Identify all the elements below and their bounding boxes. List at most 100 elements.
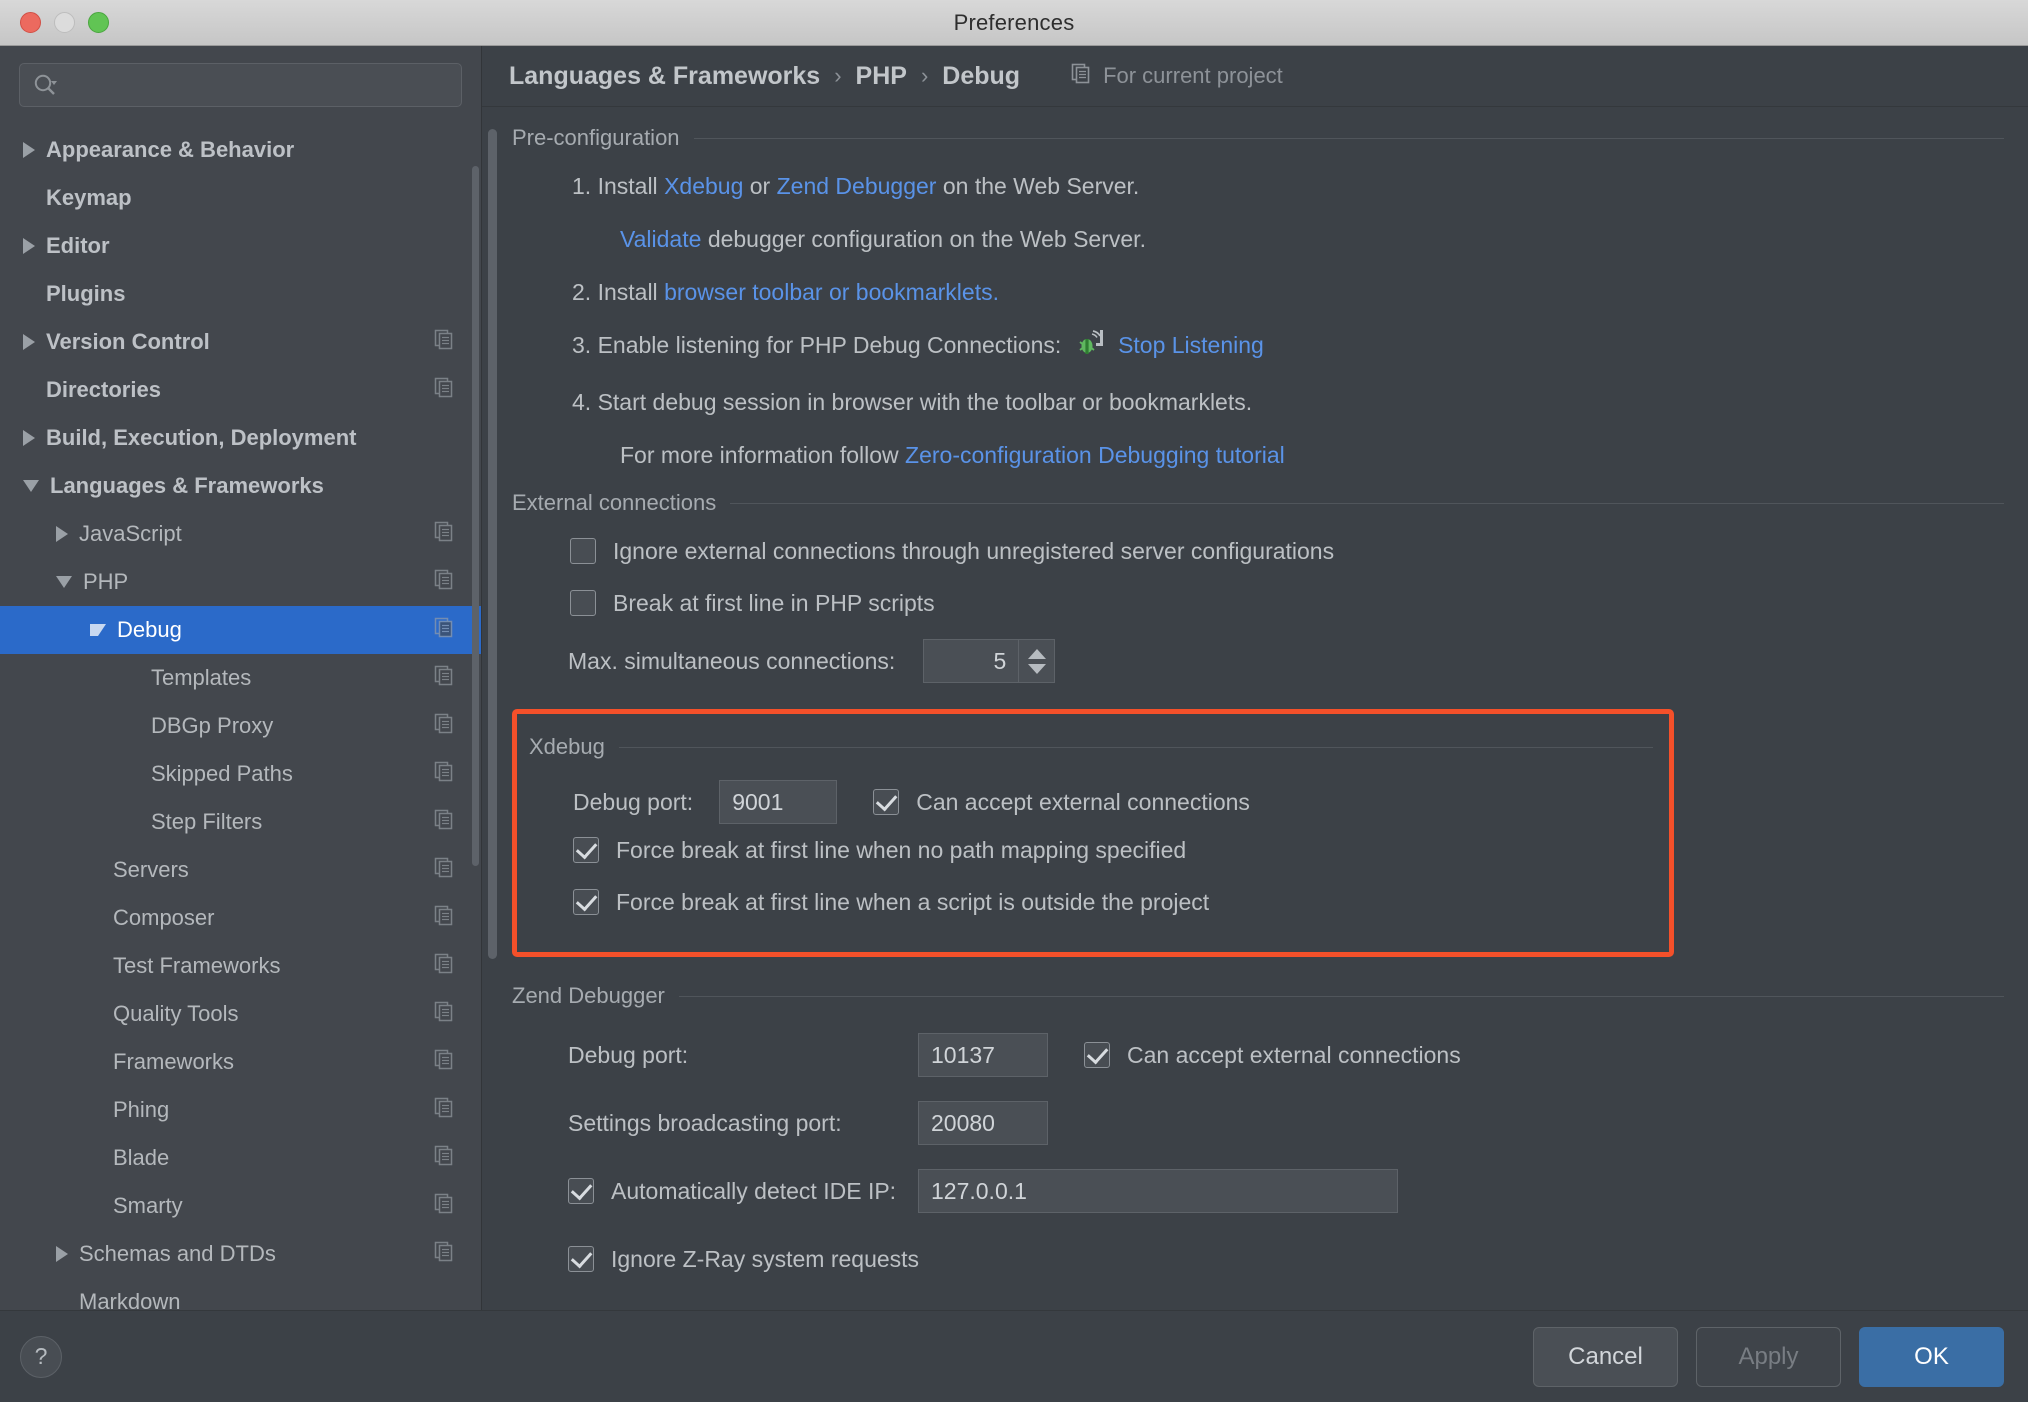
zero-config-tutorial-link[interactable]: Zero-configuration Debugging tutorial bbox=[905, 442, 1285, 468]
sidebar-item-plugins[interactable]: Plugins bbox=[0, 270, 481, 318]
sidebar-item-keymap[interactable]: Keymap bbox=[0, 174, 481, 222]
sidebar-item-phing[interactable]: Phing bbox=[0, 1086, 481, 1134]
external-connections-title: External connections bbox=[512, 490, 717, 515]
project-scope-icon bbox=[433, 616, 455, 644]
sidebar-item-label: Appearance & Behavior bbox=[46, 137, 295, 162]
sidebar-item-test-frameworks[interactable]: Test Frameworks bbox=[0, 942, 481, 990]
zend-debug-port-label: Debug port: bbox=[568, 1041, 689, 1068]
zend-debug-port-input[interactable]: 10137 bbox=[918, 1033, 1048, 1077]
sidebar-item-build-execution-deployment[interactable]: Build, Execution, Deployment bbox=[0, 414, 481, 462]
sidebar-item-quality-tools[interactable]: Quality Tools bbox=[0, 990, 481, 1038]
settings-tree[interactable]: Appearance & Behavior Keymap Editor Plugins… bbox=[0, 123, 481, 1310]
stepper-up-icon[interactable] bbox=[1027, 648, 1046, 659]
chevron-right-icon[interactable] bbox=[23, 430, 35, 446]
browser-toolbar-link[interactable]: browser toolbar or bookmarklets. bbox=[664, 279, 999, 305]
ok-button[interactable]: OK bbox=[1859, 1326, 2004, 1387]
sidebar-item-markdown[interactable]: Markdown bbox=[0, 1278, 481, 1310]
group-divider bbox=[678, 995, 2004, 997]
zend-ignore-zray-row[interactable]: Ignore Z-Ray system requests bbox=[512, 1225, 2004, 1293]
xdebug-force-break-no-mapping-row[interactable]: Force break at first line when no path m… bbox=[517, 824, 1669, 876]
xdebug-debug-port-input[interactable]: 9001 bbox=[719, 780, 838, 824]
chevron-right-icon[interactable] bbox=[23, 142, 35, 158]
sidebar-item-appearance-behavior[interactable]: Appearance & Behavior bbox=[0, 126, 481, 174]
search-icon bbox=[32, 72, 58, 98]
project-scope-icon bbox=[433, 952, 455, 980]
sidebar-item-label: Quality Tools bbox=[113, 1001, 239, 1026]
chevron-down-icon[interactable] bbox=[23, 480, 39, 492]
zend-debugger-link[interactable]: Zend Debugger bbox=[777, 173, 937, 199]
step-4-number: 4. bbox=[572, 389, 592, 415]
validate-link[interactable]: Validate bbox=[620, 226, 701, 252]
zend-ide-ip-input[interactable]: 127.0.0.1 bbox=[918, 1169, 1398, 1213]
step-4-sub-text: For more information follow bbox=[620, 442, 899, 468]
chevron-right-icon[interactable] bbox=[56, 1246, 68, 1262]
chevron-right-icon[interactable] bbox=[23, 334, 35, 350]
sidebar-item-smarty[interactable]: Smarty bbox=[0, 1182, 481, 1230]
cancel-button[interactable]: Cancel bbox=[1533, 1326, 1678, 1387]
breadcrumb: Languages & Frameworks › PHP › Debug For… bbox=[482, 46, 2028, 106]
max-connections-input[interactable]: 5 bbox=[923, 639, 1020, 683]
ignore-external-connections-row[interactable]: Ignore external connections through unre… bbox=[512, 525, 2004, 577]
sidebar-item-blade[interactable]: Blade bbox=[0, 1134, 481, 1182]
chevron-right-icon[interactable] bbox=[23, 238, 35, 254]
help-button[interactable]: ? bbox=[20, 1335, 62, 1378]
sidebar-item-frameworks[interactable]: Frameworks bbox=[0, 1038, 481, 1086]
sidebar-item-debug[interactable]: Debug bbox=[0, 606, 481, 654]
break-first-line-row[interactable]: Break at first line in PHP scripts bbox=[512, 577, 2004, 629]
stop-listening-link[interactable]: Stop Listening bbox=[1118, 332, 1264, 358]
breadcrumb-debug[interactable]: Debug bbox=[942, 62, 1020, 91]
sidebar-item-schemas-and-dtds[interactable]: Schemas and DTDs bbox=[0, 1230, 481, 1278]
zend-can-accept-checkbox[interactable] bbox=[1084, 1042, 1110, 1068]
chevron-down-icon[interactable] bbox=[90, 624, 106, 636]
panel-scrollbar[interactable] bbox=[488, 129, 497, 959]
sidebar-item-dbgp-proxy[interactable]: DBGp Proxy bbox=[0, 702, 481, 750]
project-scope-icon bbox=[433, 568, 455, 596]
apply-button[interactable]: Apply bbox=[1696, 1326, 1841, 1387]
sidebar-item-skipped-paths[interactable]: Skipped Paths bbox=[0, 750, 481, 798]
breadcrumb-languages-frameworks[interactable]: Languages & Frameworks bbox=[509, 62, 820, 91]
xdebug-force-break-no-mapping-checkbox[interactable] bbox=[573, 837, 599, 863]
search-input[interactable] bbox=[19, 63, 462, 107]
sidebar-item-step-filters[interactable]: Step Filters bbox=[0, 798, 481, 846]
break-first-line-checkbox[interactable] bbox=[570, 590, 596, 616]
ignore-external-connections-checkbox[interactable] bbox=[570, 538, 596, 564]
zend-auto-detect-checkbox[interactable] bbox=[568, 1178, 594, 1204]
sidebar-item-javascript[interactable]: JavaScript bbox=[0, 510, 481, 558]
sidebar-item-php[interactable]: PHP bbox=[0, 558, 481, 606]
sidebar-item-label: Plugins bbox=[46, 281, 126, 306]
zend-ignore-zray-checkbox[interactable] bbox=[568, 1246, 594, 1272]
step-1-sub-text: debugger configuration on the Web Server… bbox=[707, 226, 1146, 252]
sidebar-item-languages-frameworks[interactable]: Languages & Frameworks bbox=[0, 462, 481, 510]
sidebar-item-templates[interactable]: Templates bbox=[0, 654, 481, 702]
settings-content: Languages & Frameworks › PHP › Debug For… bbox=[482, 46, 2028, 1310]
xdebug-force-break-outside-row[interactable]: Force break at first line when a script … bbox=[517, 876, 1669, 928]
sidebar-item-label: Frameworks bbox=[113, 1049, 235, 1074]
zend-broadcast-port-input[interactable]: 20080 bbox=[918, 1101, 1048, 1145]
sidebar-item-directories[interactable]: Directories bbox=[0, 366, 481, 414]
chevron-down-icon[interactable] bbox=[56, 576, 72, 588]
sidebar-item-editor[interactable]: Editor bbox=[0, 222, 481, 270]
sidebar-item-label: Phing bbox=[113, 1097, 170, 1122]
sidebar-item-version-control[interactable]: Version Control bbox=[0, 318, 481, 366]
chevron-right-icon[interactable] bbox=[56, 526, 68, 542]
step-1-number: 1. bbox=[572, 173, 592, 199]
xdebug-group-header: Xdebug bbox=[517, 734, 1669, 760]
breadcrumb-php[interactable]: PHP bbox=[856, 62, 907, 91]
sidebar-item-label: Servers bbox=[113, 857, 189, 882]
zend-auto-detect-row: Automatically detect IDE IP: 127.0.0.1 bbox=[512, 1157, 2004, 1225]
project-scope-icon bbox=[433, 712, 455, 740]
sidebar-scrollbar[interactable] bbox=[472, 166, 479, 866]
stepper-down-icon[interactable] bbox=[1027, 663, 1046, 674]
xdebug-link[interactable]: Xdebug bbox=[664, 173, 743, 199]
project-scope-icon bbox=[433, 760, 455, 788]
xdebug-debug-port-row: Debug port: 9001 Can accept external con… bbox=[517, 780, 1669, 824]
zend-auto-detect-label-wrap[interactable]: Automatically detect IDE IP: bbox=[568, 1178, 918, 1205]
xdebug-force-break-outside-checkbox[interactable] bbox=[573, 889, 599, 915]
sidebar-item-servers[interactable]: Servers bbox=[0, 846, 481, 894]
group-divider bbox=[693, 137, 2004, 139]
sidebar-item-composer[interactable]: Composer bbox=[0, 894, 481, 942]
scope-label: For current project bbox=[1103, 63, 1283, 88]
xdebug-can-accept-checkbox[interactable] bbox=[873, 789, 900, 815]
max-connections-stepper[interactable] bbox=[1019, 639, 1056, 683]
sidebar-item-label: Test Frameworks bbox=[113, 953, 281, 978]
